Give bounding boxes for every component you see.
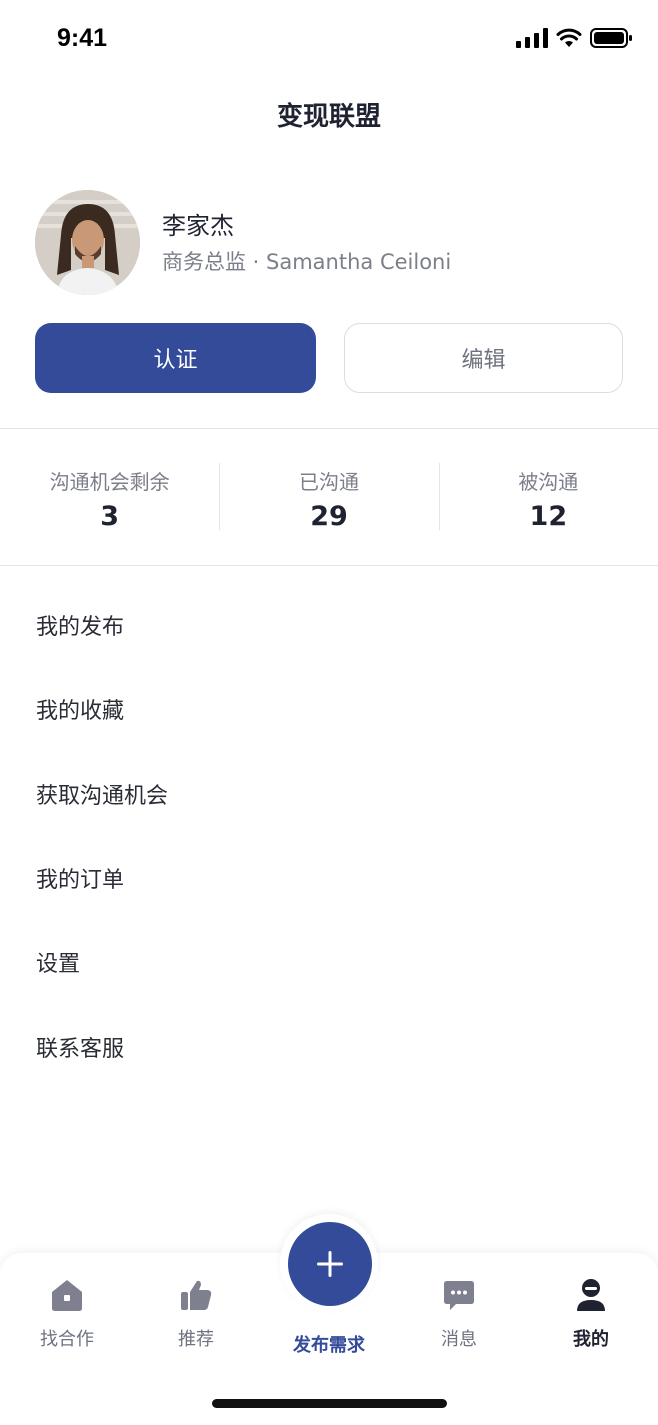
home-icon xyxy=(52,1280,82,1311)
stat-remaining[interactable]: 沟通机会剩余 3 xyxy=(0,430,219,565)
plus-icon xyxy=(317,1251,343,1277)
tab-label: 我的 xyxy=(573,1329,609,1350)
tab-label: 推荐 xyxy=(178,1329,214,1350)
divider xyxy=(0,565,658,566)
tab-label: 找合作 xyxy=(40,1329,94,1350)
battery-icon xyxy=(590,28,632,48)
stat-value: 29 xyxy=(310,501,348,532)
tab-recommend[interactable]: 推荐 xyxy=(141,1277,251,1351)
status-icons xyxy=(516,28,632,48)
stat-contacted[interactable]: 已沟通 29 xyxy=(219,430,438,565)
page-title: 变现联盟 xyxy=(276,102,381,132)
stats-row: 沟通机会剩余 3 已沟通 29 被沟通 12 xyxy=(0,430,658,565)
edit-button[interactable]: 编辑 xyxy=(344,323,623,393)
avatar-image xyxy=(35,190,140,295)
tab-label: 发布需求 xyxy=(293,1335,365,1356)
stat-been-contacted[interactable]: 被沟通 12 xyxy=(438,430,658,565)
menu-item-my-posts[interactable]: 我的发布 xyxy=(0,583,658,667)
cellular-signal-icon xyxy=(516,28,548,48)
home-indicator xyxy=(212,1399,447,1408)
stat-label: 沟通机会剩余 xyxy=(49,470,170,494)
avatar[interactable] xyxy=(35,190,140,295)
stat-label: 已沟通 xyxy=(298,470,359,494)
tab-find-partner[interactable]: 找合作 xyxy=(12,1277,122,1351)
menu-list: 我的发布 我的收藏 获取沟通机会 我的订单 设置 联系客服 xyxy=(0,583,658,1089)
status-bar: 9:41 xyxy=(0,0,658,80)
menu-item-orders[interactable]: 我的订单 xyxy=(0,836,658,920)
wifi-icon xyxy=(556,28,582,47)
menu-item-support[interactable]: 联系客服 xyxy=(0,1004,658,1088)
status-time: 9:41 xyxy=(57,24,108,52)
stat-value: 12 xyxy=(529,501,568,532)
menu-item-settings[interactable]: 设置 xyxy=(0,920,658,1004)
verify-button[interactable]: 认证 xyxy=(35,323,316,393)
divider xyxy=(0,428,658,429)
stat-value: 3 xyxy=(100,501,120,532)
menu-item-favorites[interactable]: 我的收藏 xyxy=(0,667,658,751)
user-title: 商务总监 · Samantha Ceiloni xyxy=(162,250,452,274)
stat-label: 被沟通 xyxy=(518,470,579,494)
person-icon xyxy=(577,1279,605,1311)
tab-mine[interactable]: 我的 xyxy=(536,1277,646,1351)
tab-publish[interactable]: 发布需求 xyxy=(274,1319,384,1357)
thumbs-up-icon xyxy=(181,1280,212,1310)
menu-item-get-chances[interactable]: 获取沟通机会 xyxy=(0,752,658,836)
publish-fab-button[interactable] xyxy=(288,1222,372,1306)
message-icon xyxy=(444,1281,474,1310)
tab-label: 消息 xyxy=(441,1329,477,1350)
tab-messages[interactable]: 消息 xyxy=(404,1277,514,1351)
user-name: 李家杰 xyxy=(162,212,234,240)
